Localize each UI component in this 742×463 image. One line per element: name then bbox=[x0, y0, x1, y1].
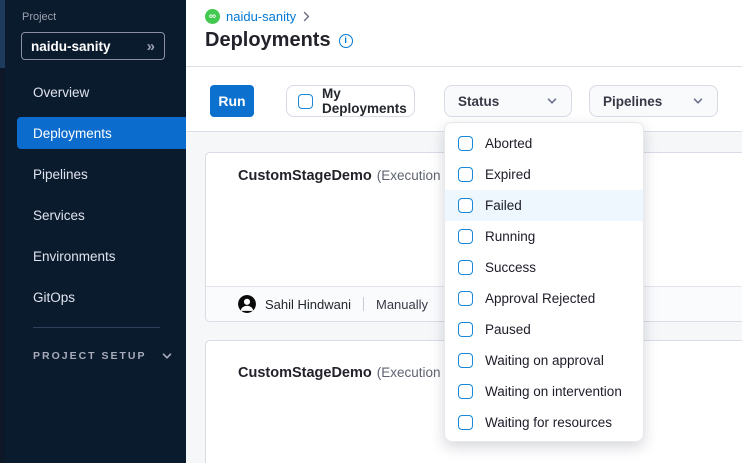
menu-item-approval-rejected[interactable]: Approval Rejected bbox=[445, 283, 643, 314]
app-window: Project naidu-sanity » Overview Deployme… bbox=[0, 0, 742, 463]
pipelines-filter-dropdown[interactable]: Pipelines bbox=[589, 85, 718, 117]
chevron-down-icon bbox=[161, 350, 173, 362]
menu-item-running[interactable]: Running bbox=[445, 221, 643, 252]
menu-item-paused[interactable]: Paused bbox=[445, 314, 643, 345]
double-chevron-right-icon[interactable]: » bbox=[147, 39, 155, 54]
checkbox[interactable] bbox=[458, 167, 473, 182]
trigger-type: Manually bbox=[376, 297, 428, 312]
page-title: Deployments bbox=[205, 29, 331, 52]
project-name: naidu-sanity bbox=[31, 39, 111, 54]
project-sidebar: Project naidu-sanity » Overview Deployme… bbox=[5, 0, 186, 463]
execution-card-title: CustomStageDemo (Execution Id bbox=[238, 168, 456, 184]
checkbox[interactable] bbox=[458, 322, 473, 337]
menu-item-failed[interactable]: Failed bbox=[445, 190, 643, 221]
execution-card-title: CustomStageDemo (Execution Id bbox=[238, 365, 456, 381]
sidebar-item-deployments[interactable]: Deployments bbox=[17, 117, 186, 149]
checkbox[interactable] bbox=[458, 353, 473, 368]
checkbox[interactable] bbox=[458, 229, 473, 244]
checkbox[interactable] bbox=[458, 198, 473, 213]
checkbox[interactable] bbox=[458, 136, 473, 151]
sidebar-divider bbox=[33, 327, 160, 328]
user-avatar-icon bbox=[238, 295, 256, 313]
menu-item-waiting-on-intervention[interactable]: Waiting on intervention bbox=[445, 376, 643, 407]
project-setup-label: PROJECT SETUP bbox=[33, 350, 147, 362]
chevron-down-icon bbox=[692, 95, 704, 107]
my-deployments-label: My Deployments bbox=[322, 86, 414, 116]
menu-item-expired[interactable]: Expired bbox=[445, 159, 643, 190]
project-label: Project bbox=[22, 11, 56, 23]
header-divider bbox=[186, 66, 742, 67]
sidebar-item-gitops[interactable]: GitOps bbox=[5, 281, 186, 313]
pipelines-filter-label: Pipelines bbox=[603, 94, 662, 109]
breadcrumb: ∞ naidu-sanity bbox=[205, 9, 311, 24]
menu-item-aborted[interactable]: Aborted bbox=[445, 128, 643, 159]
status-filter-label: Status bbox=[458, 94, 499, 109]
main-content: ∞ naidu-sanity Deployments i Run My Depl… bbox=[186, 0, 742, 463]
status-filter-menu: Aborted Expired Failed Running Success A… bbox=[444, 122, 644, 442]
sidebar-item-services[interactable]: Services bbox=[5, 199, 186, 231]
pipeline-name[interactable]: CustomStageDemo bbox=[238, 365, 372, 381]
my-deployments-checkbox[interactable] bbox=[298, 94, 313, 109]
checkbox[interactable] bbox=[458, 415, 473, 430]
menu-item-waiting-on-approval[interactable]: Waiting on approval bbox=[445, 345, 643, 376]
sidebar-nav: Overview Deployments Pipelines Services … bbox=[5, 76, 186, 322]
info-icon[interactable]: i bbox=[339, 34, 353, 48]
footer-separator bbox=[363, 297, 364, 311]
run-button[interactable]: Run bbox=[210, 85, 254, 117]
menu-item-waiting-for-resources[interactable]: Waiting for resources bbox=[445, 407, 643, 438]
project-selector[interactable]: naidu-sanity » bbox=[21, 32, 165, 60]
breadcrumb-project-link[interactable]: naidu-sanity bbox=[226, 9, 296, 24]
chevron-down-icon bbox=[546, 95, 558, 107]
sidebar-item-overview[interactable]: Overview bbox=[5, 76, 186, 108]
cd-module-icon: ∞ bbox=[205, 9, 220, 24]
triggered-by-user: Sahil Hindwani bbox=[265, 297, 351, 312]
project-setup-section[interactable]: PROJECT SETUP bbox=[33, 350, 173, 362]
menu-item-success[interactable]: Success bbox=[445, 252, 643, 283]
sidebar-item-pipelines[interactable]: Pipelines bbox=[5, 158, 186, 190]
checkbox[interactable] bbox=[458, 260, 473, 275]
sidebar-item-environments[interactable]: Environments bbox=[5, 240, 186, 272]
pipeline-name[interactable]: CustomStageDemo bbox=[238, 168, 372, 184]
checkbox[interactable] bbox=[458, 384, 473, 399]
checkbox[interactable] bbox=[458, 291, 473, 306]
chevron-right-icon bbox=[302, 11, 311, 22]
page-title-row: Deployments i bbox=[205, 29, 353, 52]
my-deployments-filter[interactable]: My Deployments bbox=[286, 85, 415, 117]
status-filter-dropdown[interactable]: Status bbox=[444, 85, 572, 117]
